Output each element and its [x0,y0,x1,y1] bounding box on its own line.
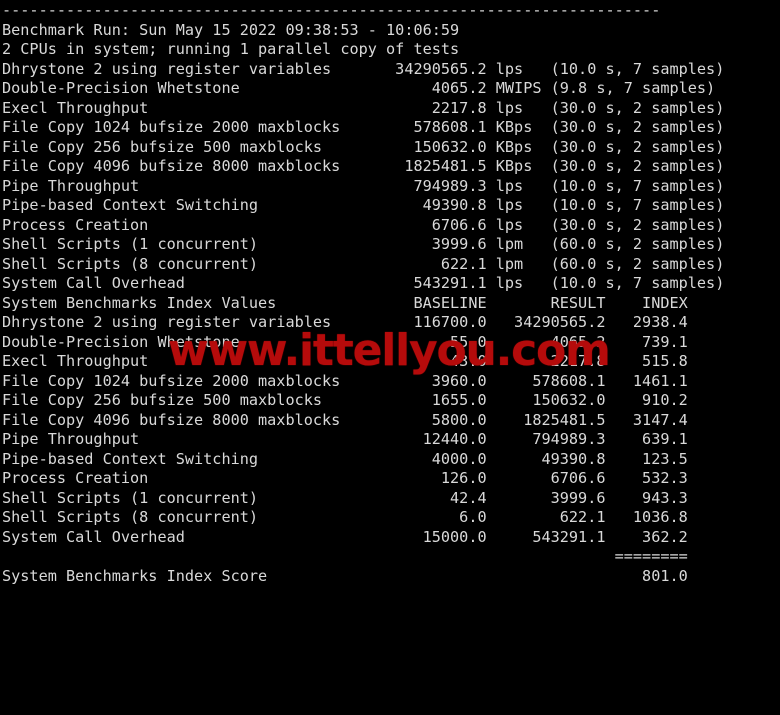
result-row-filecopy-1024: File Copy 1024 bufsize 2000 maxblocks 57… [2,118,725,136]
result-row-filecopy-256: File Copy 256 bufsize 500 maxblocks 1506… [2,137,725,156]
index-row-whetstone: Double-Precision Whetstone 55.0 4065.2 7… [2,332,688,351]
result-row-shell-8: Shell Scripts (8 concurrent) 622.1 lpm (… [2,254,725,273]
terminal-window[interactable]: ----------------------------------------… [0,0,780,715]
index-row-dhrystone: Dhrystone 2 using register variables 116… [2,313,688,331]
result-row-syscall-overhead: System Call Overhead 543291.1 lps (10.0 … [2,274,725,292]
result-row-context-switching: Pipe-based Context Switching 49390.8 lps… [2,196,725,214]
index-row-process-creation: Process Creation 126.0 6706.6 532.3 [2,469,688,487]
result-row-dhrystone: Dhrystone 2 using register variables 342… [2,59,725,78]
result-row-filecopy-4096: File Copy 4096 bufsize 8000 maxblocks 18… [2,157,725,175]
benchmark-run-line: Benchmark Run: Sun May 15 2022 09:38:53 … [2,20,460,39]
result-row-pipe-throughput: Pipe Throughput 794989.3 lps (10.0 s, 7 … [2,176,725,195]
index-row-syscall-overhead: System Call Overhead 15000.0 543291.1 36… [2,527,688,546]
index-row-context-switching: Pipe-based Context Switching 4000.0 4939… [2,449,688,468]
index-row-filecopy-4096: File Copy 4096 bufsize 8000 maxblocks 58… [2,410,688,429]
result-row-execl: Execl Throughput 2217.8 lps (30.0 s, 2 s… [2,98,725,117]
score-rule-line: ======== [2,547,688,565]
index-row-shell-8: Shell Scripts (8 concurrent) 6.0 622.1 1… [2,508,688,526]
index-row-execl: Execl Throughput 43.0 2217.8 515.8 [2,352,688,370]
index-row-filecopy-1024: File Copy 1024 bufsize 2000 maxblocks 39… [2,371,688,390]
separator-line: ----------------------------------------… [2,1,661,19]
index-row-shell-1: Shell Scripts (1 concurrent) 42.4 3999.6… [2,488,688,507]
cpu-info-line: 2 CPUs in system; running 1 parallel cop… [2,40,460,58]
result-row-shell-1: Shell Scripts (1 concurrent) 3999.6 lpm … [2,235,725,253]
index-score-line: System Benchmarks Index Score 801.0 [2,566,688,585]
index-row-pipe-throughput: Pipe Throughput 12440.0 794989.3 639.1 [2,430,688,448]
index-row-filecopy-256: File Copy 256 bufsize 500 maxblocks 1655… [2,391,688,409]
result-row-whetstone: Double-Precision Whetstone 4065.2 MWIPS … [2,79,716,97]
index-table-header: System Benchmarks Index Values BASELINE … [2,293,688,312]
result-row-process-creation: Process Creation 6706.6 lps (30.0 s, 2 s… [2,215,725,234]
terminal-output: ----------------------------------------… [2,1,778,586]
